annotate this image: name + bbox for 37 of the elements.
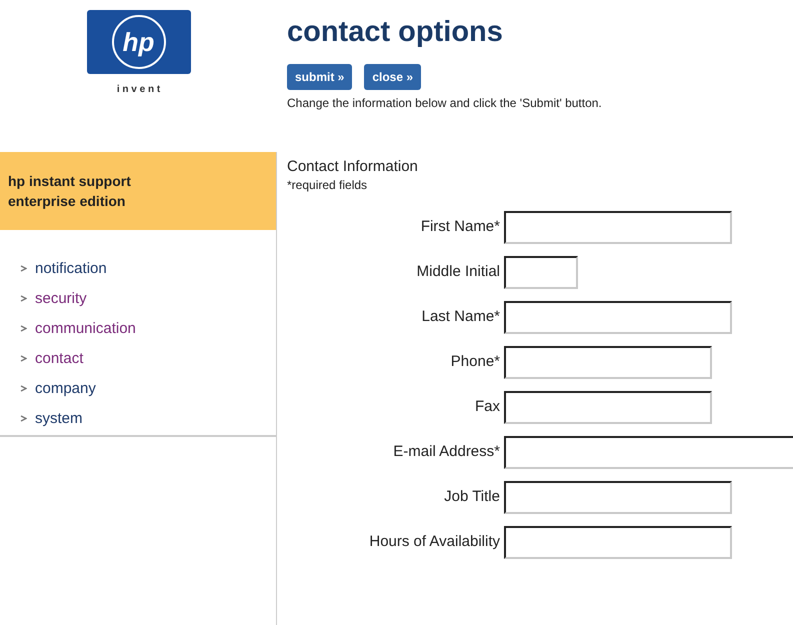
section-title: Contact Information [287, 158, 419, 176]
logo-mark: hp [122, 29, 154, 55]
text-field[interactable] [504, 301, 732, 334]
chevron-icon [20, 265, 27, 272]
nav-link[interactable]: communication [20, 318, 276, 339]
action-button[interactable]: close » [364, 64, 422, 90]
logo-tagline: i n v e n t [116, 83, 160, 97]
text-field[interactable] [504, 391, 712, 424]
nav-link[interactable]: security [20, 288, 276, 309]
nav-link[interactable]: notification [20, 258, 276, 279]
product-title: hp instant support enterprise edition [8, 172, 132, 211]
text-field[interactable] [504, 436, 793, 469]
field-label: E-mail Address* [392, 442, 501, 462]
field-label: Last Name* [420, 307, 501, 328]
chevron-icon [20, 355, 27, 362]
nav-link[interactable]: contact [20, 348, 276, 369]
text-field[interactable] [504, 256, 578, 289]
field-label: First Name* [420, 217, 501, 238]
nav-link[interactable]: company [20, 378, 276, 399]
text-field[interactable] [504, 526, 732, 559]
chevron-icon [20, 295, 27, 302]
chevron-icon [20, 325, 27, 332]
action-button[interactable]: submit » [287, 64, 352, 90]
field-label: Job Title [443, 487, 501, 508]
nav-link[interactable]: system [20, 408, 276, 429]
chevron-icon [20, 385, 27, 392]
instructions-text: Change the information below and click the 'Submit' button. [287, 95, 603, 112]
page-title: contact options [287, 15, 504, 50]
field-label: Middle Initial [416, 262, 501, 282]
text-field[interactable] [504, 346, 712, 379]
text-field[interactable] [504, 211, 732, 244]
chevron-icon [20, 415, 27, 422]
field-label: Phone* [450, 352, 501, 372]
required-note: *required fields [287, 177, 368, 194]
field-label: Fax [474, 397, 501, 418]
field-label: Hours of Availability [368, 532, 501, 552]
text-field[interactable] [504, 481, 732, 514]
